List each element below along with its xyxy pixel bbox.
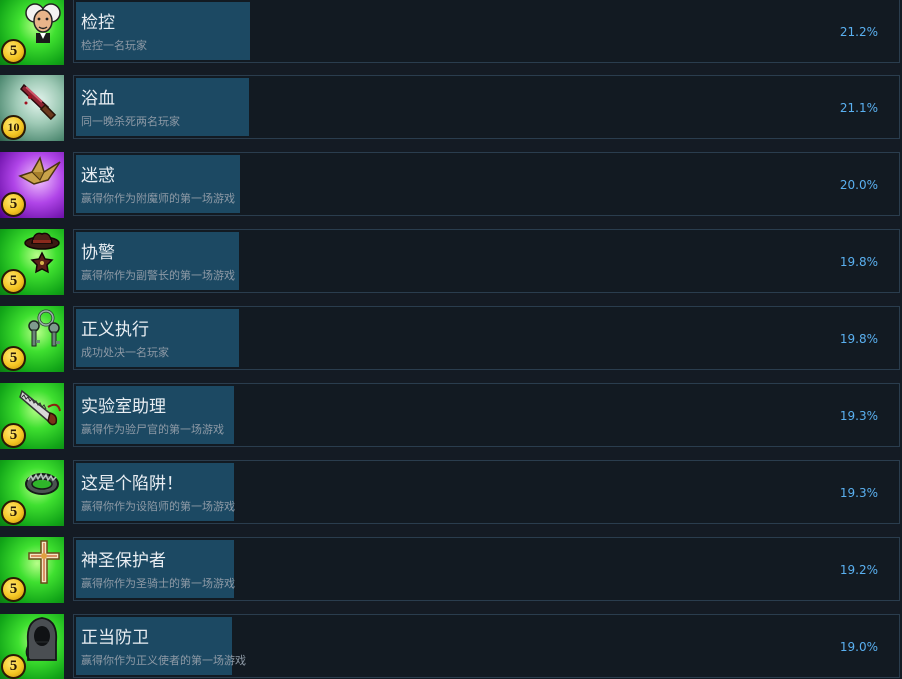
points-badge: 5 [1, 423, 26, 448]
bear-trap-icon [22, 462, 62, 506]
hooded-vigilante-icon [22, 616, 62, 666]
achievement-title: 正义执行 [81, 320, 149, 340]
points-badge: 5 [1, 269, 26, 294]
achievement-row: 5 实验室助理赢得作为验尸官的第一场游戏 19.3% [0, 383, 902, 449]
bone-saw-icon [18, 385, 62, 433]
achievement-row: 5 正当防卫赢得你作为正义使者的第一场游戏 19.0% [0, 614, 902, 679]
achievement-description: 赢得你作为圣骑士的第一场游戏 [81, 577, 235, 590]
achievement-title: 实验室助理 [81, 397, 166, 417]
unlock-percentage: 21.1% [839, 101, 878, 115]
achievement-row: 5 迷惑赢得你作为附魔师的第一场游戏 20.0% [0, 152, 902, 218]
sheriff-hat-icon [22, 231, 62, 279]
paper-crane-icon [18, 154, 62, 198]
unlock-percentage: 20.0% [839, 178, 878, 192]
points-badge: 5 [1, 346, 26, 371]
bloody-knife-icon [18, 77, 62, 125]
achievement-panel: 神圣保护者赢得你作为圣骑士的第一场游戏 19.2% [73, 537, 900, 601]
achievement-title: 检控 [81, 13, 115, 33]
achievement-row: 10 浴血同一晚杀死两名玩家 21.1% [0, 75, 902, 141]
unlock-percentage: 19.0% [839, 640, 878, 654]
achievement-description: 赢得你作为设陷师的第一场游戏 [81, 500, 235, 513]
achievement-panel: 协警赢得你作为副警长的第一场游戏 19.8% [73, 229, 900, 293]
unlock-percentage: 19.3% [839, 409, 878, 423]
unlock-percentage: 19.3% [839, 486, 878, 500]
points-badge: 10 [1, 115, 26, 140]
achievement-list: 5 检控检控一名玩家 21.2% 10 浴血同一晚杀死两名玩家 21.1% 5 迷惑赢得你作为… [0, 0, 902, 679]
achievement-icon-tile: 5 [0, 306, 64, 372]
keys-icon [22, 308, 62, 356]
achievement-title: 浴血 [81, 89, 115, 109]
unlock-percentage: 19.8% [839, 255, 878, 269]
unlock-percentage: 19.8% [839, 332, 878, 346]
achievement-description: 赢得你作为正义使者的第一场游戏 [81, 654, 246, 667]
achievement-description: 同一晚杀死两名玩家 [81, 115, 180, 128]
points-badge: 5 [1, 577, 26, 602]
achievement-icon-tile: 5 [0, 383, 64, 449]
achievement-row: 5 正义执行成功处决一名玩家 19.8% [0, 306, 902, 372]
achievement-row: 5 检控检控一名玩家 21.2% [0, 0, 902, 65]
achievement-row: 5 协警赢得你作为副警长的第一场游戏 19.8% [0, 229, 902, 295]
achievement-description: 赢得你作为附魔师的第一场游戏 [81, 192, 235, 205]
achievement-icon-tile: 5 [0, 537, 64, 603]
achievement-panel: 这是个陷阱！ 赢得你作为设陷师的第一场游戏 19.3% [73, 460, 900, 524]
achievement-icon-tile: 5 [0, 460, 64, 526]
achievement-description: 成功处决一名玩家 [81, 346, 169, 359]
achievement-panel: 浴血同一晚杀死两名玩家 21.1% [73, 75, 900, 139]
achievement-row: 5 神圣保护者赢得你作为圣骑士的第一场游戏 19.2% [0, 537, 902, 603]
achievement-description: 检控一名玩家 [81, 39, 147, 52]
achievement-icon-tile: 5 [0, 152, 64, 218]
achievement-icon-tile: 5 [0, 0, 64, 65]
achievement-title: 神圣保护者 [81, 551, 166, 571]
points-badge: 5 [1, 500, 26, 525]
achievement-icon-tile: 5 [0, 614, 64, 679]
points-badge: 5 [1, 39, 26, 64]
achievement-panel: 正义执行成功处决一名玩家 19.8% [73, 306, 900, 370]
achievement-title: 协警 [81, 243, 115, 263]
achievement-panel: 检控检控一名玩家 21.2% [73, 0, 900, 63]
points-badge: 5 [1, 654, 26, 679]
achievement-description: 赢得你作为副警长的第一场游戏 [81, 269, 235, 282]
unlock-percentage: 21.2% [839, 25, 878, 39]
achievement-title: 迷惑 [81, 166, 115, 186]
achievement-title: 这是个陷阱！ [81, 474, 183, 494]
achievement-panel: 正当防卫赢得你作为正义使者的第一场游戏 19.0% [73, 614, 900, 678]
achievement-icon-tile: 10 [0, 75, 64, 141]
achievement-icon-tile: 5 [0, 229, 64, 295]
achievement-description: 赢得作为验尸官的第一场游戏 [81, 423, 224, 436]
points-badge: 5 [1, 192, 26, 217]
achievement-panel: 迷惑赢得你作为附魔师的第一场游戏 20.0% [73, 152, 900, 216]
achievement-title: 正当防卫 [81, 628, 149, 648]
unlock-percentage: 19.2% [839, 563, 878, 577]
gentleman-portrait-icon [22, 1, 62, 49]
achievement-panel: 实验室助理赢得作为验尸官的第一场游戏 19.3% [73, 383, 900, 447]
achievement-row: 5 这是个陷阱！ 赢得你作为设陷师的第一场游戏 19.3% [0, 460, 902, 526]
holy-cross-icon [26, 539, 62, 589]
